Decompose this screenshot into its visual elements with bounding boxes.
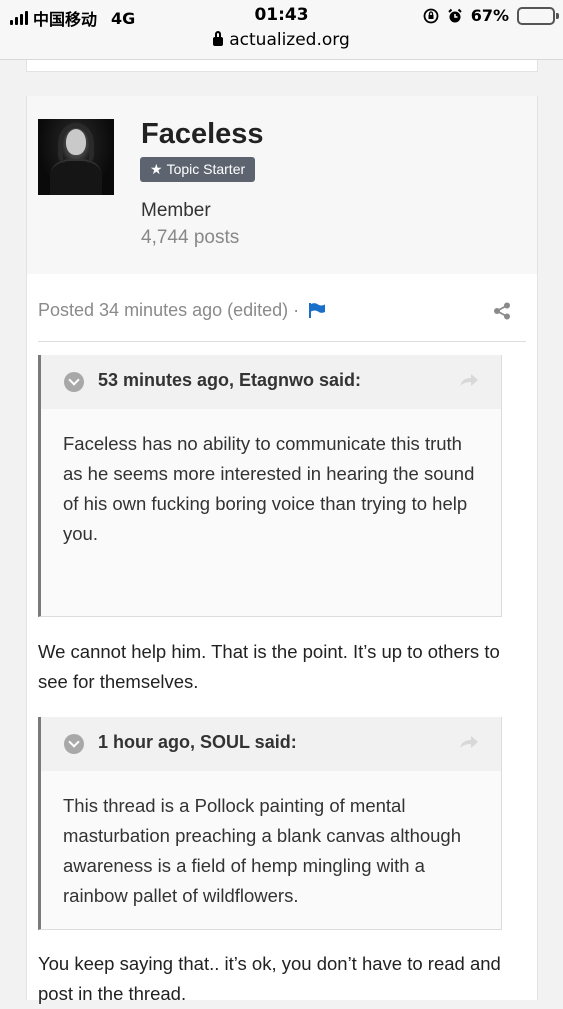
avatar-head <box>66 129 86 155</box>
author-name[interactable]: Faceless <box>141 118 264 151</box>
post-meta: Posted 34 minutes ago (edited) · <box>38 300 326 321</box>
lock-icon <box>213 31 224 46</box>
orientation-lock-icon <box>423 8 439 23</box>
battery-percent: 67% <box>470 6 509 25</box>
chevron-down-icon[interactable] <box>64 372 84 392</box>
author-panel: Faceless ★ Topic Starter Member 4,744 pos… <box>27 96 537 274</box>
divider <box>38 341 526 342</box>
quote-block: 53 minutes ago, Etagnwo said: Faceless h… <box>38 355 502 617</box>
quote-text: This thread is a Pollock painting of men… <box>63 795 462 906</box>
reply-text: We cannot help him. That is the point. I… <box>38 641 500 692</box>
reply-text: You keep saying that.. it’s ok, you don’… <box>38 953 501 1004</box>
url-text: actualized.org <box>229 30 350 50</box>
author-rank: Member <box>141 200 211 221</box>
avatar-body <box>50 159 102 195</box>
star-icon: ★ <box>150 161 163 177</box>
reply-arrow-icon[interactable] <box>459 372 479 388</box>
battery-icon <box>517 6 559 25</box>
share-icon[interactable] <box>493 302 511 320</box>
meta-separator: · <box>293 300 300 320</box>
posted-time[interactable]: Posted 34 minutes ago (edited) <box>38 300 288 320</box>
alarm-icon <box>447 8 462 22</box>
quote-block: 1 hour ago, SOUL said: This thread is a … <box>38 717 502 930</box>
quote-text: Faceless has no ability to communicate t… <box>63 433 475 544</box>
quote-citation: 53 minutes ago, Etagnwo said: <box>98 370 362 390</box>
forum-post: Faceless ★ Topic Starter Member 4,744 pos… <box>26 96 538 1004</box>
chevron-down-icon[interactable] <box>64 734 84 754</box>
status-bar: 中国移动 4G 01:43 67% actualized.org <box>0 0 563 60</box>
topic-starter-badge: ★ Topic Starter <box>140 157 256 182</box>
reply-arrow-icon[interactable] <box>459 734 479 750</box>
address-bar[interactable]: actualized.org <box>0 30 563 50</box>
quote-citation: 1 hour ago, SOUL said: <box>98 732 297 752</box>
avatar[interactable] <box>38 119 114 195</box>
quote-header[interactable]: 1 hour ago, SOUL said: <box>41 717 501 771</box>
quote-header[interactable]: 53 minutes ago, Etagnwo said: <box>41 355 501 409</box>
author-post-count: 4,744 posts <box>141 227 240 248</box>
flag-icon[interactable] <box>308 303 326 318</box>
status-right: 67% <box>423 6 559 25</box>
badge-label: Topic Starter <box>166 161 246 177</box>
previous-post-card <box>26 60 538 72</box>
